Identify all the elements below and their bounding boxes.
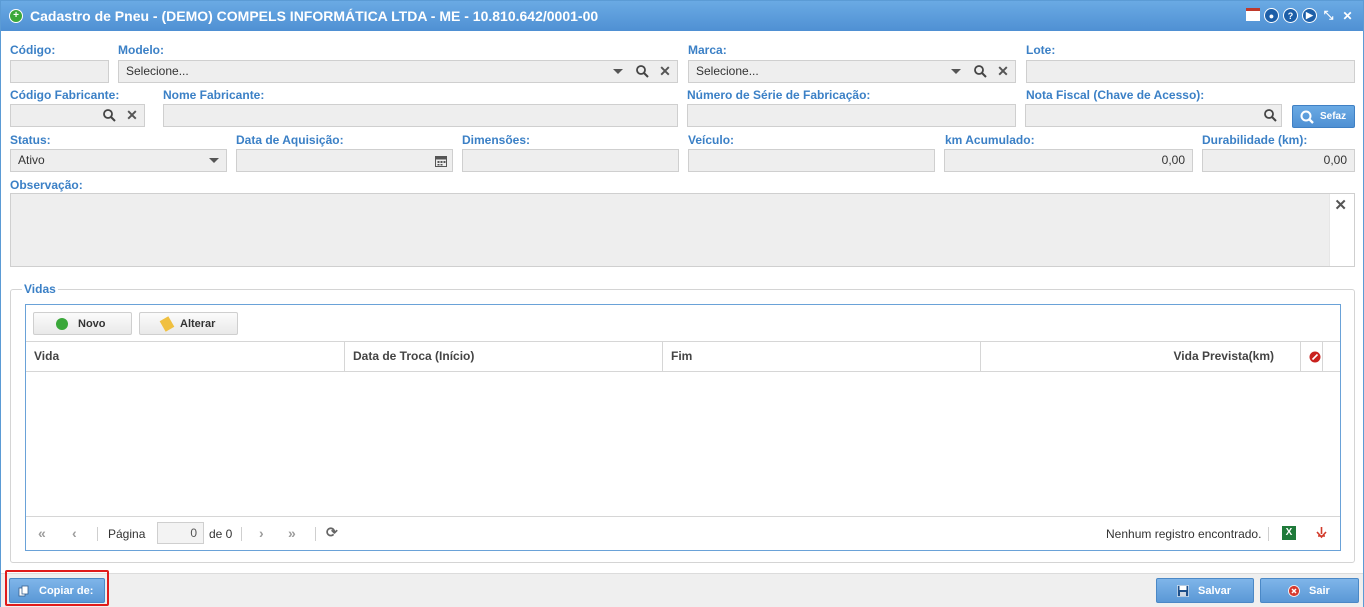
column-delete xyxy=(1301,342,1323,371)
dimensoes-input[interactable] xyxy=(462,149,679,172)
refresh-icon[interactable]: ⟳ xyxy=(326,524,338,541)
page-input[interactable]: 0 xyxy=(157,522,204,544)
excel-export-icon[interactable]: X xyxy=(1282,526,1296,540)
salvar-label: Salvar xyxy=(1198,584,1232,597)
grid-header: Vida Data de Troca (Início) Fim Vida Pre… xyxy=(26,341,1340,372)
marca-value: Selecione... xyxy=(696,64,759,78)
clear-icon[interactable]: ✕ xyxy=(123,105,141,126)
grid-pager: « ‹ Página 0 de 0 › » ⟳ Nenhum registro … xyxy=(26,516,1340,550)
sefaz-button[interactable]: Sefaz xyxy=(1292,105,1355,128)
codigo-fabricante-input[interactable]: ✕ xyxy=(10,104,145,127)
search-icon[interactable] xyxy=(100,105,118,126)
empty-message: Nenhum registro encontrado. xyxy=(1106,527,1262,541)
chat-icon[interactable]: ● xyxy=(1264,8,1279,23)
lote-label: Lote: xyxy=(1026,43,1056,57)
novo-button[interactable]: Novo xyxy=(33,312,132,335)
footer-bar: Copiar de: Salvar Sair xyxy=(1,573,1363,607)
sair-button[interactable]: Sair xyxy=(1260,578,1359,603)
status-label: Status: xyxy=(10,133,51,147)
window-title: Cadastro de Pneu - (DEMO) COMPELS INFORM… xyxy=(30,8,599,24)
codigo-label: Código: xyxy=(10,43,56,57)
modelo-label: Modelo: xyxy=(118,43,164,57)
veiculo-label: Veículo: xyxy=(688,133,735,147)
codigo-fabricante-label: Código Fabricante: xyxy=(10,88,120,102)
km-acumulado-label: km Acumulado: xyxy=(945,133,1035,147)
prev-page-icon[interactable]: ‹ xyxy=(72,525,77,541)
km-acumulado-input[interactable]: 0,00 xyxy=(944,149,1193,172)
search-icon[interactable] xyxy=(633,61,651,82)
marca-select[interactable]: Selecione... ✕ xyxy=(688,60,1016,83)
column-vida-prevista[interactable]: Vida Prevista(km) xyxy=(981,342,1301,371)
close-icon xyxy=(1288,584,1300,597)
search-icon[interactable] xyxy=(1261,105,1279,126)
durabilidade-label: Durabilidade (km): xyxy=(1202,133,1308,147)
calendar-icon[interactable] xyxy=(1246,8,1260,21)
numero-serie-input[interactable] xyxy=(687,104,1016,127)
codigo-input[interactable] xyxy=(10,60,109,83)
play-icon[interactable]: ▶ xyxy=(1302,8,1317,23)
pager-separator xyxy=(241,527,242,541)
first-page-icon[interactable]: « xyxy=(38,525,46,541)
column-data-troca[interactable]: Data de Troca (Início) xyxy=(345,342,663,371)
column-fim[interactable]: Fim xyxy=(663,342,981,371)
observacao-textarea[interactable]: ✕ xyxy=(10,193,1355,267)
modelo-select[interactable]: Selecione... ✕ xyxy=(118,60,678,83)
data-aquisicao-input[interactable] xyxy=(236,149,453,172)
close-window-icon[interactable]: ✕ xyxy=(1340,8,1355,23)
marca-label: Marca: xyxy=(688,43,727,57)
last-page-icon[interactable]: » xyxy=(288,525,296,541)
pdf-export-icon[interactable] xyxy=(1314,526,1328,540)
durabilidade-input[interactable]: 0,00 xyxy=(1202,149,1355,172)
alterar-label: Alterar xyxy=(180,317,216,330)
edit-icon xyxy=(159,316,175,332)
sefaz-label: Sefaz xyxy=(1320,111,1347,122)
save-icon xyxy=(1177,584,1189,597)
help-icon[interactable]: ? xyxy=(1283,8,1298,23)
nome-fabricante-label: Nome Fabricante: xyxy=(163,88,265,102)
pager-separator xyxy=(1268,527,1269,541)
pager-separator xyxy=(97,527,98,541)
chevron-down-icon[interactable] xyxy=(609,61,627,82)
chevron-down-icon[interactable] xyxy=(947,61,965,82)
collapse-icon[interactable]: ⤡ xyxy=(1321,8,1336,23)
page-label: Página xyxy=(108,527,146,541)
veiculo-input[interactable] xyxy=(688,149,935,172)
dimensoes-label: Dimensões: xyxy=(462,133,531,147)
lote-input[interactable] xyxy=(1026,60,1355,83)
add-icon xyxy=(56,318,68,330)
clear-icon[interactable]: ✕ xyxy=(994,61,1012,82)
vidas-grid: Novo Alterar Vida Data de Troca (Início)… xyxy=(25,304,1341,551)
novo-label: Novo xyxy=(78,317,106,330)
delete-icon[interactable] xyxy=(1309,351,1321,363)
calendar-icon[interactable] xyxy=(432,150,450,171)
chevron-down-icon[interactable] xyxy=(205,150,223,171)
page-total: de 0 xyxy=(209,527,233,541)
title-bar: + Cadastro de Pneu - (DEMO) COMPELS INFO… xyxy=(1,1,1363,31)
clear-icon[interactable]: ✕ xyxy=(656,61,674,82)
nome-fabricante-input[interactable] xyxy=(163,104,678,127)
numero-serie-label: Número de Série de Fabricação: xyxy=(687,88,871,102)
nota-fiscal-input[interactable] xyxy=(1025,104,1282,127)
vidas-legend: Vidas xyxy=(22,282,58,296)
modelo-value: Selecione... xyxy=(126,64,189,78)
window: + Cadastro de Pneu - (DEMO) COMPELS INFO… xyxy=(0,0,1364,607)
sair-label: Sair xyxy=(1309,584,1330,597)
next-page-icon[interactable]: › xyxy=(259,525,264,541)
data-aquisicao-label: Data de Aquisição: xyxy=(236,133,344,147)
pager-separator xyxy=(315,527,316,541)
highlight-outline xyxy=(5,570,109,606)
search-icon[interactable] xyxy=(971,61,989,82)
title-bar-buttons: ● ? ▶ ⤡ ✕ xyxy=(1246,8,1355,23)
app-status-icon: + xyxy=(9,9,23,23)
nota-fiscal-label: Nota Fiscal (Chave de Acesso): xyxy=(1026,88,1205,102)
salvar-button[interactable]: Salvar xyxy=(1156,578,1254,603)
column-vida[interactable]: Vida xyxy=(26,342,345,371)
search-icon xyxy=(1300,110,1314,124)
alterar-button[interactable]: Alterar xyxy=(139,312,238,335)
clear-icon[interactable]: ✕ xyxy=(1334,196,1347,214)
observacao-label: Observação: xyxy=(10,178,83,192)
status-value: Ativo xyxy=(18,153,45,167)
status-select[interactable]: Ativo xyxy=(10,149,227,172)
